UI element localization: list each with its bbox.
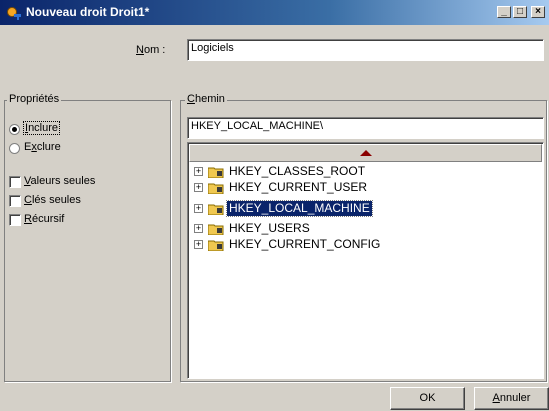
cancel-button[interactable]: Annuler — [474, 387, 549, 410]
checkbox-keys-only-label[interactable]: Clés seules — [24, 194, 81, 206]
plus-expand-icon[interactable]: + — [194, 183, 203, 192]
close-button[interactable]: × — [531, 6, 545, 18]
tree-node-label: HKEY_CURRENT_CONFIG — [229, 237, 381, 251]
window-title: Nouveau droit Droit1* — [26, 5, 150, 19]
radio-exclude-label[interactable]: Exclure — [24, 141, 61, 153]
registry-folder-icon — [208, 204, 224, 215]
checkbox-keys-only[interactable] — [9, 195, 21, 207]
plus-expand-icon[interactable]: + — [194, 167, 203, 176]
tree-node-label: HKEY_CURRENT_USER — [229, 180, 368, 194]
radio-include-label[interactable]: Inclure — [22, 121, 61, 135]
tree-node-label: HKEY_CLASSES_ROOT — [229, 164, 366, 178]
plus-expand-icon[interactable]: + — [194, 204, 203, 213]
plus-expand-icon[interactable]: + — [194, 224, 203, 233]
checkbox-values-only-label[interactable]: Valeurs seules — [24, 175, 95, 187]
scroll-up-button[interactable] — [189, 144, 542, 162]
checkbox-recursive[interactable] — [9, 214, 21, 226]
app-key-icon — [7, 7, 21, 20]
path-input[interactable]: HKEY_LOCAL_MACHINE\ — [187, 117, 544, 139]
up-arrow-icon — [359, 150, 372, 156]
tree-node-label: HKEY_USERS — [229, 221, 310, 235]
properties-legend: Propriétés — [7, 93, 62, 105]
ok-button[interactable]: OK — [390, 387, 465, 410]
registry-folder-icon — [208, 167, 224, 178]
radio-include[interactable] — [9, 124, 20, 135]
checkbox-recursive-label[interactable]: Récursif — [24, 213, 64, 225]
name-label: Nom : — [136, 44, 166, 56]
tree-node-label: HKEY_LOCAL_MACHINE — [226, 200, 373, 217]
path-legend: Chemin — [185, 93, 227, 105]
plus-expand-icon[interactable]: + — [194, 240, 203, 249]
maximize-button[interactable]: □ — [513, 6, 527, 18]
checkbox-values-only[interactable] — [9, 176, 21, 188]
registry-tree[interactable]: + HKEY_CLASSES_ROOT + HKEY_CURRENT_USER … — [187, 142, 544, 379]
registry-folder-icon — [208, 183, 224, 194]
registry-folder-icon — [208, 240, 224, 251]
registry-folder-icon — [208, 224, 224, 235]
name-input[interactable]: Logiciels — [187, 39, 544, 61]
minimize-button[interactable]: _ — [497, 6, 511, 18]
radio-exclude[interactable] — [9, 143, 20, 154]
title-bar[interactable]: Nouveau droit Droit1* _ □ × — [0, 0, 549, 25]
